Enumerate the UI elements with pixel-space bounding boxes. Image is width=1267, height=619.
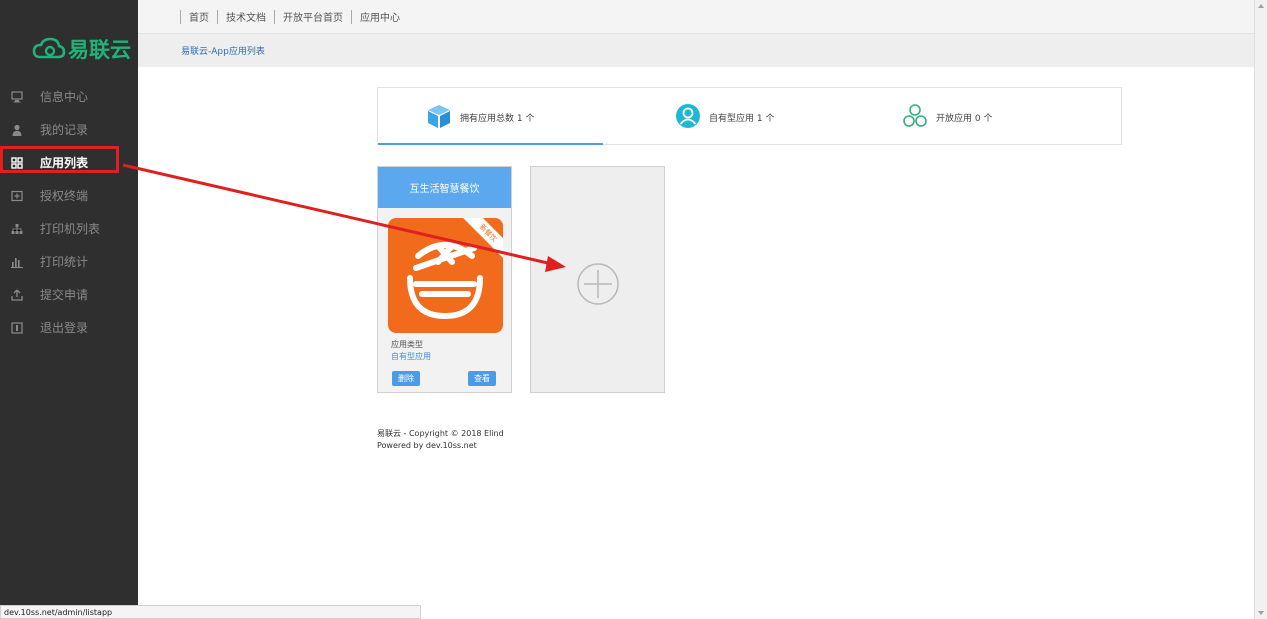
app-card-title[interactable]: 互生活智慧餐饮 <box>378 167 511 208</box>
view-button[interactable]: 查看 <box>468 371 496 386</box>
app-type-label: 应用类型 <box>391 340 423 349</box>
app-card: 互生活智慧餐饮 新餐饮 应用类型 自有型应用 删除 查看 <box>377 166 512 393</box>
sidebar-item-label: 提交申请 <box>40 288 89 302</box>
stat-total-label: 拥有应用总数 1 个 <box>460 113 535 124</box>
vertical-scrollbar[interactable] <box>1254 0 1267 619</box>
scroll-up-icon[interactable] <box>1258 4 1264 8</box>
network-icon <box>902 103 928 132</box>
logout-icon <box>10 321 24 335</box>
sidebar-item-printer-list[interactable]: 打印机列表 <box>0 212 138 245</box>
add-app-card[interactable] <box>530 166 665 393</box>
sidebar-item-label: 打印机列表 <box>40 222 101 236</box>
footer-powered-by: Powered by dev.10ss.net <box>377 441 477 450</box>
sidebar: 易联云 信息中心 我的记录 应用列表 授权终端 打印机列表 打印统计 提交申请 … <box>0 0 138 619</box>
sidebar-nav: 信息中心 我的记录 应用列表 授权终端 打印机列表 打印统计 提交申请 退出登录 <box>0 80 138 344</box>
sidebar-item-info-center[interactable]: 信息中心 <box>0 80 138 113</box>
topnav-home[interactable]: 首页 <box>189 9 209 24</box>
delete-button[interactable]: 删除 <box>392 371 420 386</box>
topnav-open-platform[interactable]: 开放平台首页 <box>283 9 343 24</box>
nav-divider <box>274 9 275 24</box>
bar-chart-icon <box>10 255 24 269</box>
highlight-box <box>0 146 119 173</box>
stat-own-label: 自有型应用 1 个 <box>709 113 775 124</box>
upload-icon <box>10 288 24 302</box>
sidebar-item-label: 退出登录 <box>40 321 89 335</box>
sidebar-item-app-list[interactable]: 应用列表 <box>0 146 138 179</box>
cube-icon <box>426 103 452 132</box>
top-navbar: 首页 技术文档 开放平台首页 应用中心 <box>138 0 1255 34</box>
footer: 易联云 - Copyright © 2018 Elind Powered by … <box>377 428 504 452</box>
user-circle-icon <box>675 103 701 132</box>
sitemap-icon <box>10 222 24 236</box>
scroll-down-icon[interactable] <box>1258 611 1264 615</box>
status-url-bar: dev.10ss.net/admin/listapp <box>0 605 421 619</box>
sidebar-item-label: 授权终端 <box>40 189 89 203</box>
status-url: dev.10ss.net/admin/listapp <box>4 607 113 617</box>
topnav-docs[interactable]: 技术文档 <box>226 9 266 24</box>
sidebar-item-logout[interactable]: 退出登录 <box>0 311 138 344</box>
stats-panel: 拥有应用总数 1 个 自有型应用 1 个 开放应用 0 个 <box>377 87 1122 145</box>
sidebar-item-authorized-terminals[interactable]: 授权终端 <box>0 179 138 212</box>
footer-copyright: 易联云 - Copyright © 2018 Elind <box>377 429 504 438</box>
plus-box-icon <box>10 189 24 203</box>
add-plus-icon <box>577 263 619 305</box>
sidebar-item-print-stats[interactable]: 打印统计 <box>0 245 138 278</box>
nav-divider <box>180 9 181 24</box>
app-type-value: 自有型应用 <box>391 352 431 361</box>
nav-divider <box>351 9 352 24</box>
brand-name: 易联云 <box>68 38 131 62</box>
sidebar-item-label: 我的记录 <box>40 123 89 137</box>
sidebar-item-submit-application[interactable]: 提交申请 <box>0 278 138 311</box>
monitor-icon <box>10 90 24 104</box>
cloud-logo-icon <box>32 37 66 59</box>
brand-logo[interactable]: 易联云 <box>32 34 131 64</box>
sidebar-item-my-records[interactable]: 我的记录 <box>0 113 138 146</box>
stat-total-apps[interactable]: 拥有应用总数 1 个 <box>426 88 534 146</box>
sidebar-item-label: 打印统计 <box>40 255 89 269</box>
stat-open-apps[interactable]: 开放应用 0 个 <box>902 88 992 146</box>
breadcrumb-bar: 易联云-App应用列表 <box>138 34 1255 67</box>
user-icon <box>10 123 24 137</box>
breadcrumb[interactable]: 易联云-App应用列表 <box>181 44 265 57</box>
topnav-app-center[interactable]: 应用中心 <box>360 9 400 24</box>
nav-divider <box>217 9 218 24</box>
active-tab-indicator <box>378 143 603 145</box>
stat-open-label: 开放应用 0 个 <box>936 113 993 124</box>
stat-own-apps[interactable]: 自有型应用 1 个 <box>675 88 774 146</box>
app-logo-image: 新餐饮 <box>388 218 503 333</box>
sidebar-item-label: 信息中心 <box>40 90 89 104</box>
